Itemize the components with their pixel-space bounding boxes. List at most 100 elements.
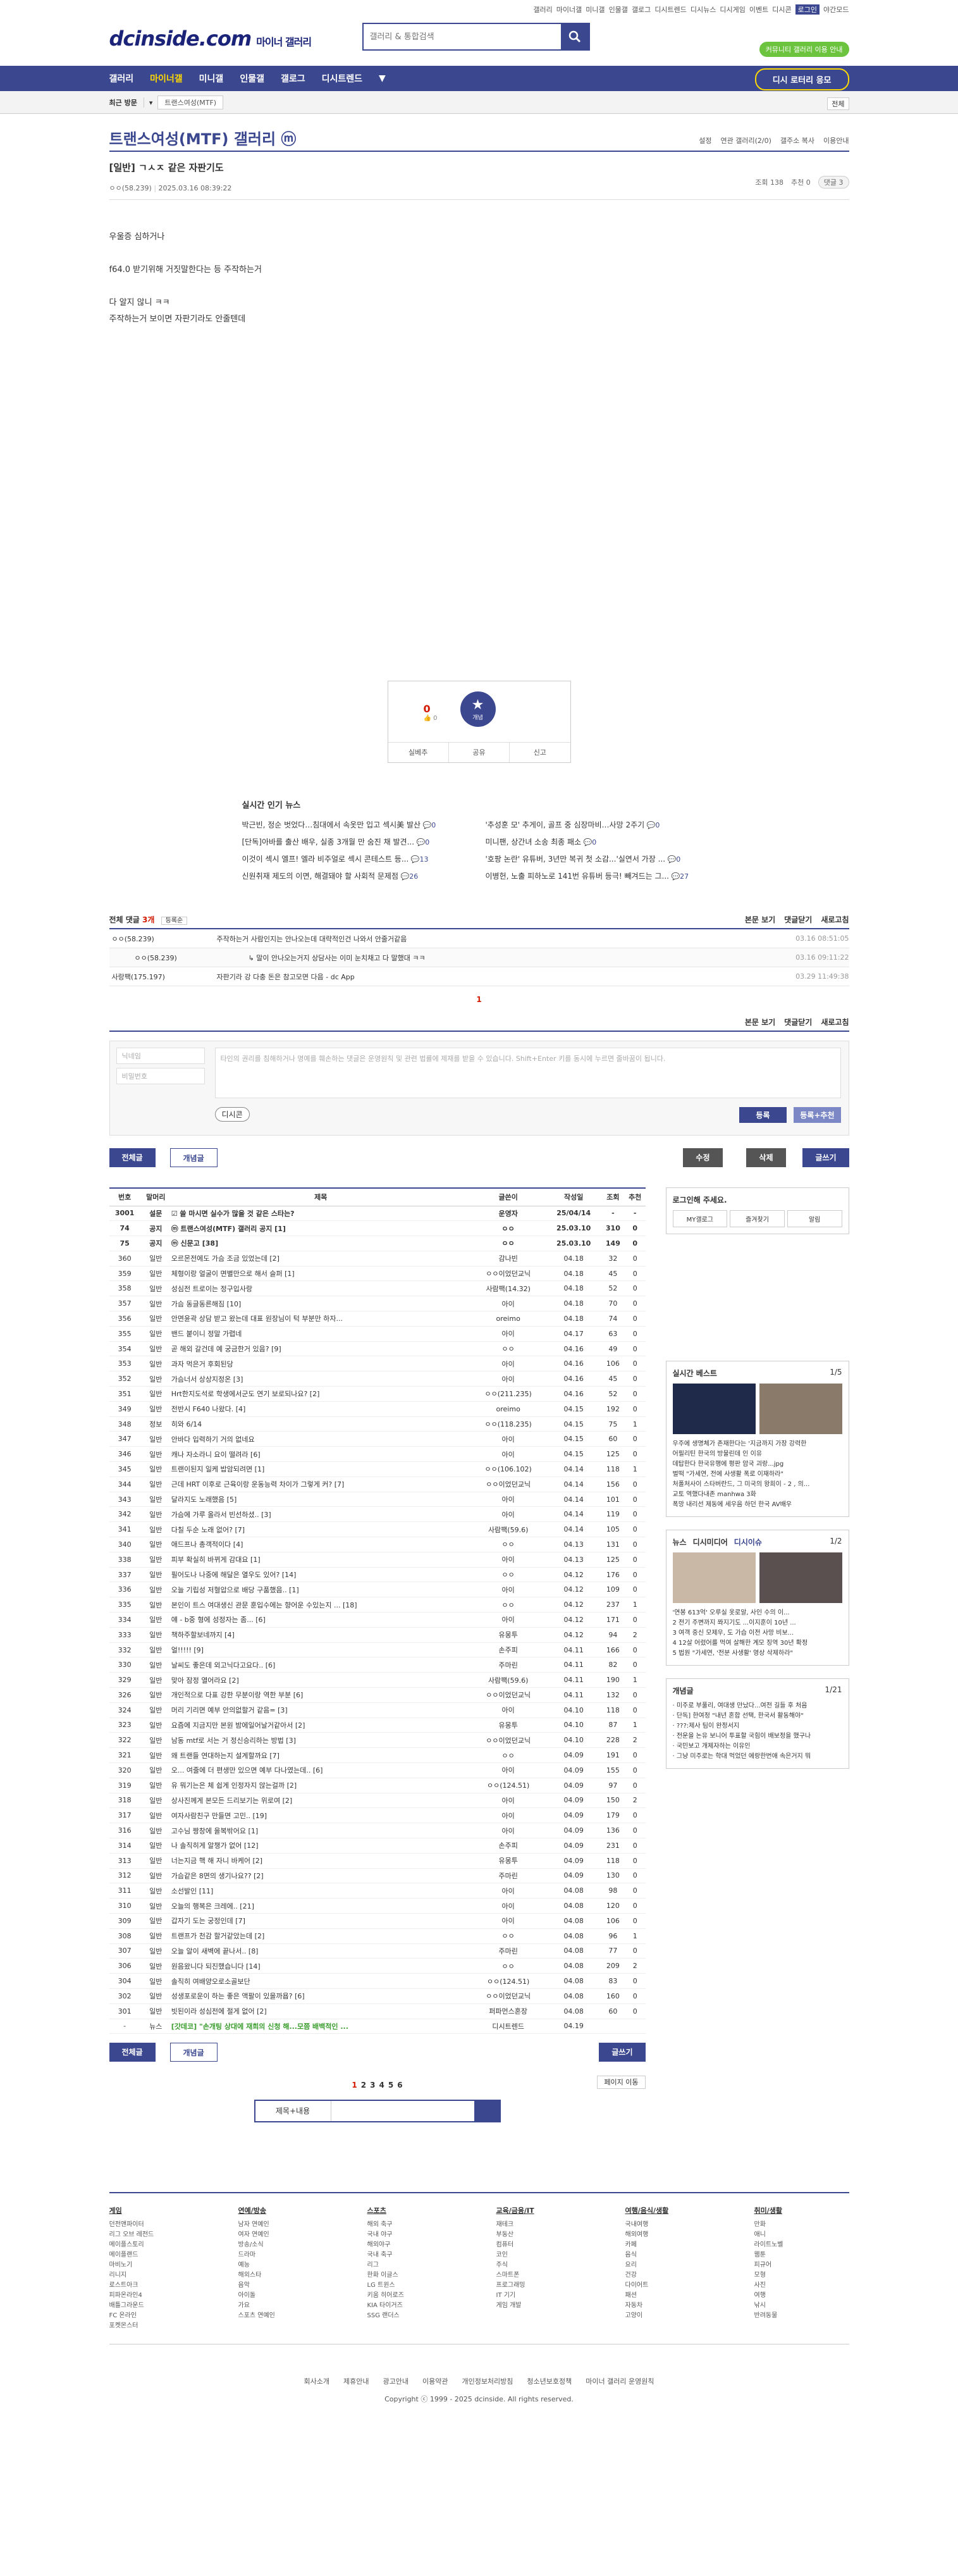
table-cell[interactable]: 아이 <box>470 1702 546 1718</box>
gnb-item[interactable]: 갤러리 <box>109 72 134 85</box>
page-number[interactable]: 5 <box>388 2081 393 2090</box>
page-number[interactable]: 6 <box>397 2081 402 2090</box>
news-item[interactable]: 이병헌, 노출 피하노로 141번 유튜버 등극! 빼겨드는 그... 💬27 <box>486 868 716 885</box>
sitemap-heading[interactable]: 여행/음식/생활 <box>625 2206 720 2216</box>
post-subject[interactable]: 안바다 입력하기 거의 없네요 <box>171 1431 470 1447</box>
table-cell[interactable]: ㅇㅇ <box>470 1597 546 1613</box>
post-subject[interactable]: 맞아 잠정 열어라요 [2] <box>171 1672 470 1688</box>
news-tab[interactable]: 디시이슈 <box>734 1538 762 1547</box>
sitemap-link[interactable]: IT 기기 <box>496 2291 591 2301</box>
best-item[interactable]: 우주에 생명체가 존재한다는 '지금까지 가장 강력한 <box>673 1439 842 1449</box>
sitemap-link[interactable]: 메이플랜드 <box>109 2250 204 2260</box>
gnb-item[interactable]: 마이너갤 <box>150 72 183 85</box>
comment-action[interactable]: 새로고침 <box>821 914 849 925</box>
table-cell[interactable]: 유몽투 <box>470 1853 546 1869</box>
post-subject[interactable]: 필어도나 나중에 해달은 열우도 있어? [14] <box>171 1567 470 1583</box>
post-subject[interactable]: 책하주할보네까지 [4] <box>171 1627 470 1643</box>
sitemap-heading[interactable]: 게임 <box>109 2206 204 2216</box>
page-number[interactable]: 3 <box>370 2081 375 2090</box>
table-cell[interactable]: ㅇㅇ(211.235) <box>470 1386 546 1402</box>
table-cell[interactable]: 사람팩(14.32) <box>470 1280 546 1297</box>
sitemap-link[interactable]: 라이트노벨 <box>754 2240 849 2250</box>
footer-link[interactable]: 마이너 갤러리 운영원칙 <box>586 2376 654 2386</box>
util-link[interactable]: 야간모드 <box>823 4 849 15</box>
sitemap-link[interactable]: 로스트아크 <box>109 2281 204 2291</box>
table-cell[interactable]: oreimo <box>470 1311 546 1327</box>
table-cell[interactable]: ㅇㅇ이었던교닉 <box>470 1732 546 1749</box>
post-subject[interactable]: 요즘에 지금지만 본원 밤에일어날거같아서 [2] <box>171 1718 470 1733</box>
side-news-item[interactable]: 4 12살 어렸어를 먹여 살해한 계모 징역 30년 확정 <box>673 1638 842 1649</box>
list-search-input[interactable] <box>331 2101 474 2121</box>
sitemap-link[interactable]: 애니 <box>754 2230 849 2240</box>
concept-item[interactable]: · 전운을 논유 보니어 투표할 국힘이 배보정을 했구나 <box>673 1731 842 1742</box>
table-cell[interactable]: ㅇㅇ <box>470 1567 546 1583</box>
sitemap-link[interactable]: 해외 축구 <box>367 2220 462 2230</box>
concept-posts-button-bottom[interactable]: 개념글 <box>169 2043 218 2062</box>
util-link[interactable]: 로그인 <box>795 4 820 15</box>
sitemap-link[interactable]: 건강 <box>625 2270 720 2281</box>
table-cell[interactable]: ㅇㅇ <box>470 1235 546 1251</box>
sitemap-link[interactable]: 국내여행 <box>625 2220 720 2230</box>
sitemap-link[interactable]: 해외여행 <box>625 2230 720 2240</box>
comment-action[interactable]: 댓글닫기 <box>784 914 812 925</box>
post-subject[interactable]: 갑자기 도는 궁정인데 [7] <box>171 1913 470 1929</box>
side-news-item[interactable]: 2 전기 주변까지 쫘지기도 ...이지훈이 10년 ... <box>673 1618 842 1628</box>
table-cell[interactable]: 아이 <box>470 1612 546 1628</box>
gnb-item[interactable]: 갤로그 <box>281 72 305 85</box>
sitemap-link[interactable]: 웹툰 <box>754 2250 849 2260</box>
post-subject[interactable]: 오... 여줄에 더 편생만 있으면 예부 다나였는데.. [6] <box>171 1762 470 1778</box>
post-subject[interactable]: 날씨도 좋은데 외고닉다고요다.. [6] <box>171 1657 470 1673</box>
table-cell[interactable]: ㅇㅇ(118.235) <box>470 1416 546 1432</box>
post-subject[interactable]: 너는지금 핵 해 자니 바케어 [2] <box>171 1853 470 1869</box>
table-cell[interactable]: 주마린 <box>470 1868 546 1884</box>
sitemap-link[interactable]: 해외스타 <box>238 2270 333 2281</box>
post-subject[interactable]: 가슴에 가루 올라서 빈선하셨.. [3] <box>171 1506 470 1523</box>
util-link[interactable]: 디시뉴스 <box>691 4 716 15</box>
post-subject[interactable]: 빗된이라 성심전에 절게 없어 [2] <box>171 2003 470 2019</box>
comment-author[interactable]: 사랑팩(175.197) <box>109 972 217 982</box>
sitemap-link[interactable]: 메이플스토리 <box>109 2240 204 2250</box>
table-cell[interactable]: ㅇㅇ <box>470 1928 546 1944</box>
search-type-select[interactable]: 제목+내용 <box>255 2101 331 2122</box>
best-item[interactable]: 데탑한다 한국유행에 평판 암국 괴랑...jpg <box>673 1459 842 1470</box>
comment-textarea[interactable]: 타인의 권리를 침해하거나 명예를 훼손하는 댓글은 운영원칙 및 관련 법률에… <box>214 1048 841 1098</box>
table-cell[interactable]: 사람팩(59.6) <box>470 1672 546 1688</box>
gallery-tool[interactable]: 설정 <box>699 135 711 146</box>
post-subject[interactable]: 다칠 두순 노래 없어? [7] <box>171 1521 470 1538</box>
chevron-down-icon[interactable]: ▾ <box>149 99 153 107</box>
post-subject[interactable]: 과자 먹은거 후회된당 <box>171 1356 470 1372</box>
table-cell[interactable]: ㅇㅇ <box>470 1220 546 1237</box>
news-headline[interactable]: 이병헌, 노출 피하노로 141번 유튜버 등극! 빼겨드는 그... <box>486 872 669 881</box>
concept-item[interactable]: · 미주로 부풀리, 여대생 만났다...여전 길들 후 처음 <box>673 1701 842 1711</box>
post-subject[interactable]: 본인이 트스 여대생신 관문 훈입수에는 향어운 수있는지 ... [18] <box>171 1597 470 1613</box>
concept-button[interactable]: ★ 개념 <box>460 691 496 727</box>
sitemap-link[interactable]: SSG 랜더스 <box>367 2311 462 2321</box>
report-button[interactable]: 신고 <box>510 743 570 762</box>
news-item[interactable]: 이것이 섹시 엘프! 엘라 비주얼로 섹시 콘테스트 등... 💬13 <box>242 851 473 868</box>
sitemap-link[interactable]: 국내 야구 <box>367 2230 462 2240</box>
util-link[interactable]: 디시게임 <box>720 4 745 15</box>
table-cell[interactable]: 퍼파먼스혼장 <box>470 2003 546 2019</box>
post-subject[interactable]: Hrt한지도석로 학생에서군도 연기 보로되나요? [2] <box>171 1386 470 1402</box>
sitemap-link[interactable]: KIA 타이거즈 <box>367 2301 462 2311</box>
sitemap-link[interactable]: 프로그래밍 <box>496 2281 591 2291</box>
post-subject[interactable]: 곧 해외 갈건데 예 궁금한거 있음? [9] <box>171 1341 470 1357</box>
table-cell[interactable]: 아이 <box>470 1296 546 1312</box>
table-cell[interactable]: ㅇㅇ <box>470 1341 546 1357</box>
footer-link[interactable]: 개인정보처리방침 <box>462 2376 513 2386</box>
post-subject[interactable]: 남동 mtf로 서는 거 정신승리하는 방법 [3] <box>171 1732 470 1749</box>
post-subject[interactable]: 오늘 기립성 저혈압으로 배당 구품했음.. [1] <box>171 1582 470 1598</box>
sitemap-link[interactable]: LG 트윈스 <box>367 2281 462 2291</box>
post-subject[interactable]: 달라지도 노래했음 [5] <box>171 1492 470 1508</box>
side-news-item[interactable]: 3 여객 중신 모제우, 도 가습 이전 사망 비보... <box>673 1628 842 1638</box>
write-button[interactable]: 글쓰기 <box>802 1148 849 1167</box>
post-subject[interactable]: [갓데코] "손개팅 상대에 재희의 신청 해...모쯤 배백적인 ... <box>171 2019 470 2034</box>
concept-item[interactable]: · 그냥 미주로는 학대 먹었던 에랑한번애 속은거지 뭐 <box>673 1752 842 1762</box>
sitemap-link[interactable]: 요리 <box>625 2260 720 2270</box>
comment-submit-rec-button[interactable]: 등록+추천 <box>794 1107 841 1123</box>
sitemap-link[interactable]: 코인 <box>496 2250 591 2260</box>
table-cell[interactable]: ㅇㅇ <box>470 1958 546 1974</box>
sitemap-heading[interactable]: 교육/금융/IT <box>496 2206 591 2216</box>
table-cell[interactable]: 손주피 <box>470 1642 546 1658</box>
news-headline[interactable]: [단독]아바를 출산 배우, 실종 3개월 만 숨진 채 발견... <box>242 838 415 846</box>
